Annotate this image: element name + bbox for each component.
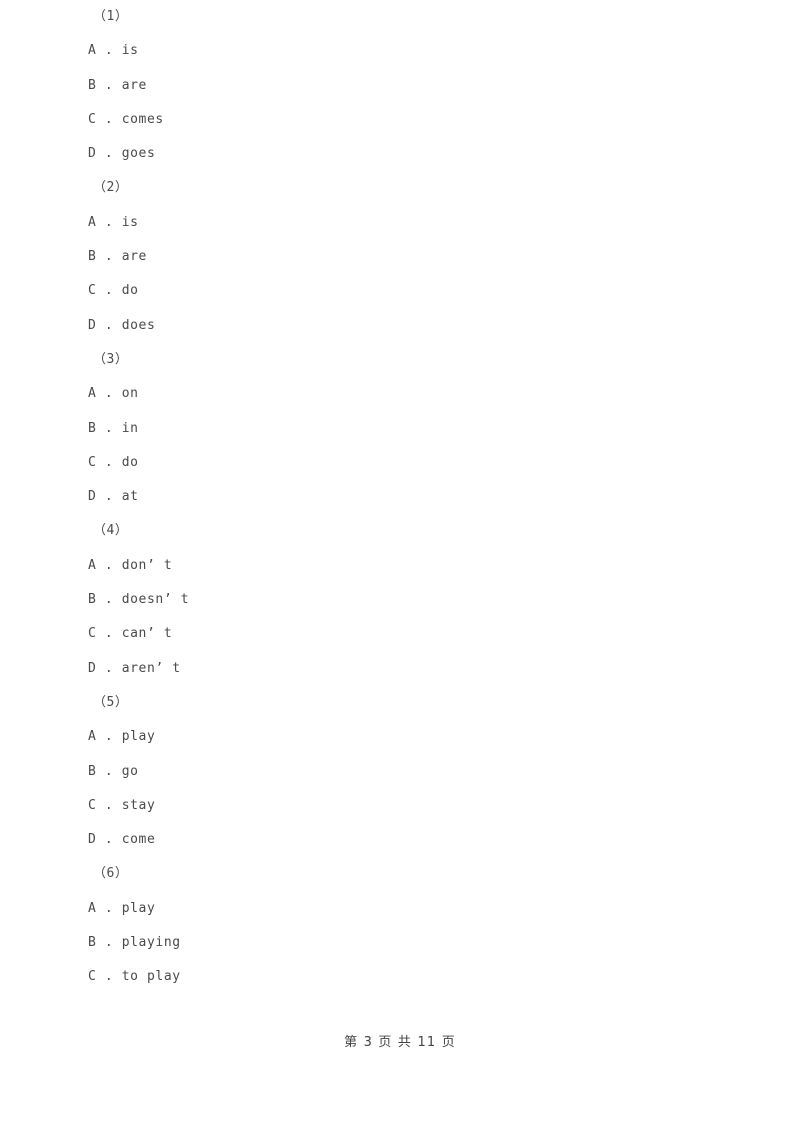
question-number: （5） <box>93 694 129 710</box>
answer-option: B . doesn’ t <box>88 592 190 608</box>
question-number: （4） <box>93 523 129 539</box>
answer-option: C . stay <box>88 797 156 813</box>
document-page: （1） A . is B . are C . comes D . goes （2… <box>0 0 800 1132</box>
answer-option: C . comes <box>88 111 164 127</box>
answer-option: A . don’ t <box>88 557 173 573</box>
page-footer: 第 3 页 共 11 页 <box>344 1035 456 1050</box>
answer-option: A . play <box>88 900 156 916</box>
answer-option: A . is <box>88 214 139 230</box>
answer-option: D . at <box>88 489 139 505</box>
question-list: （1） A . is B . are C . comes D . goes （2… <box>0 0 800 995</box>
question-number: （3） <box>93 351 129 367</box>
answer-option: D . come <box>88 832 156 848</box>
answer-option: D . aren’ t <box>88 660 181 676</box>
question-number: （2） <box>93 180 129 196</box>
answer-option: D . goes <box>88 146 156 162</box>
answer-option: B . in <box>88 420 139 436</box>
answer-option: B . are <box>88 77 147 93</box>
answer-option: C . to play <box>88 969 181 985</box>
answer-option: B . go <box>88 763 139 779</box>
answer-option: C . do <box>88 454 139 470</box>
answer-option: A . on <box>88 386 139 402</box>
answer-option: C . do <box>88 283 139 299</box>
answer-option: A . play <box>88 729 156 745</box>
question-block: （4） A . don’ t B . doesn’ t C . can’ t D… <box>0 514 800 685</box>
answer-option: A . is <box>88 43 139 59</box>
question-block: （2） A . is B . are C . do D . does <box>0 171 800 342</box>
question-block: （5） A . play B . go C . stay D . come <box>0 686 800 857</box>
question-number: （1） <box>93 9 129 24</box>
question-block: （1） A . is B . are C . comes D . goes <box>0 0 800 171</box>
question-block: （6） A . play B . playing C . to play <box>0 857 800 994</box>
answer-option: B . are <box>88 249 147 265</box>
answer-option: D . does <box>88 317 156 333</box>
answer-option: C . can’ t <box>88 626 173 642</box>
question-number: （6） <box>93 866 129 882</box>
answer-option: B . playing <box>88 935 181 951</box>
question-block: （3） A . on B . in C . do D . at <box>0 343 800 514</box>
